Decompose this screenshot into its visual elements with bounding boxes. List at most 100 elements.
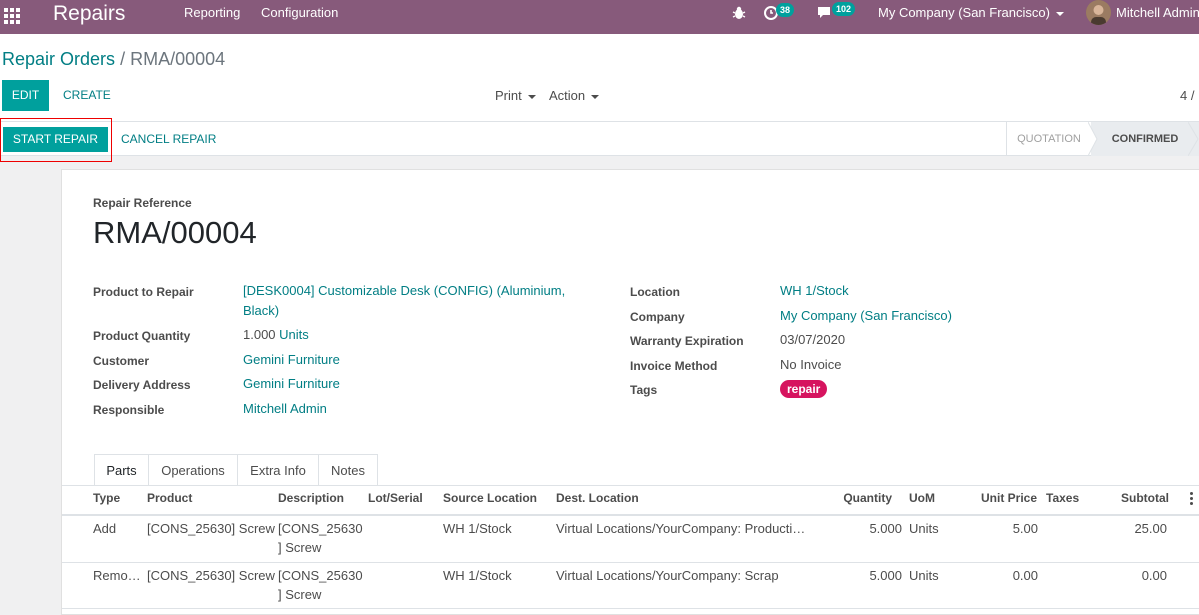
chevron-down-icon xyxy=(527,94,536,99)
col-dest-location[interactable]: Dest. Location xyxy=(556,491,639,505)
cell-quantity: 5.000 xyxy=(869,568,902,583)
action-dropdown[interactable]: Action xyxy=(549,80,600,111)
cell-subtotal: 25.00 xyxy=(1134,521,1167,536)
stage-arrow-icon xyxy=(1088,122,1098,156)
product-to-repair-field[interactable]: [DESK0004] Customizable Desk (CONFIG) (A… xyxy=(243,281,565,301)
breadcrumb-separator: / xyxy=(120,49,126,69)
tags-label: Tags xyxy=(630,383,658,397)
col-product[interactable]: Product xyxy=(147,491,192,505)
menu-reporting[interactable]: Reporting xyxy=(184,6,240,20)
menu-configuration[interactable]: Configuration xyxy=(261,6,338,20)
breadcrumb: Repair Orders / RMA/00004 xyxy=(2,48,225,70)
stage-quotation[interactable]: QUOTATION xyxy=(1006,122,1091,156)
chevron-down-icon xyxy=(1055,11,1064,16)
product-quantity-label: Product Quantity xyxy=(93,329,191,343)
cell-source-location: WH 1/Stock xyxy=(443,568,512,583)
cell-quantity: 5.000 xyxy=(869,521,902,536)
cell-uom: Units xyxy=(909,521,939,536)
debug-bug-icon[interactable] xyxy=(732,6,746,23)
tab-operations[interactable]: Operations xyxy=(149,454,238,486)
control-panel: Repair Orders / RMA/00004 EDIT CREATE Pr… xyxy=(0,34,1199,122)
user-avatar[interactable] xyxy=(1086,0,1111,25)
cell-uom: Units xyxy=(909,568,939,583)
repair-reference-label: Repair Reference xyxy=(93,196,192,210)
product-to-repair-label: Product to Repair xyxy=(93,285,194,299)
cell-product: [CONS_25630] Screw xyxy=(147,568,275,583)
stage-confirmed[interactable]: CONFIRMED xyxy=(1091,122,1199,156)
quantity-unit-link[interactable]: Units xyxy=(279,327,309,342)
top-navbar: Repairs Reporting Configuration 38 102 M… xyxy=(0,0,1199,34)
print-dropdown[interactable]: Print xyxy=(495,80,536,111)
tab-notes[interactable]: Notes xyxy=(319,454,378,486)
warranty-expiration-label: Warranty Expiration xyxy=(630,334,744,348)
customer-label: Customer xyxy=(93,354,150,368)
location-label: Location xyxy=(630,285,680,299)
invoice-method-field[interactable]: No Invoice xyxy=(780,355,841,375)
cell-type: Add xyxy=(93,521,117,536)
company-label: Company xyxy=(630,310,685,324)
cell-dest-location: Virtual Locations/YourCompany: Producti… xyxy=(556,521,806,536)
company-switcher[interactable]: My Company (San Francisco) xyxy=(878,6,1064,20)
tab-divider xyxy=(62,485,1199,486)
edit-button[interactable]: EDIT xyxy=(2,80,49,111)
col-subtotal[interactable]: Subtotal xyxy=(1092,491,1169,505)
row-divider xyxy=(62,608,1199,609)
tab-extra-info[interactable]: Extra Info xyxy=(238,454,319,486)
product-quantity-field[interactable]: 1.000 Units xyxy=(243,325,309,345)
invoice-method-label: Invoice Method xyxy=(630,359,718,373)
col-uom[interactable]: UoM xyxy=(909,491,935,505)
customer-field[interactable]: Gemini Furniture xyxy=(243,350,340,370)
app-title[interactable]: Repairs xyxy=(53,1,125,27)
tag-badge-repair[interactable]: repair xyxy=(780,380,828,398)
breadcrumb-repair-orders[interactable]: Repair Orders xyxy=(2,49,115,69)
cell-description-line2: ] Screw xyxy=(278,540,322,555)
cell-description-line2: ] Screw xyxy=(278,587,322,602)
row-divider xyxy=(62,562,1199,563)
responsible-field[interactable]: Mitchell Admin xyxy=(243,399,327,419)
column-options-icon[interactable] xyxy=(1190,492,1194,507)
cell-description: [CONS_25630 xyxy=(278,568,363,583)
messages-chat-icon[interactable] xyxy=(817,5,833,23)
stage-arrow-icon xyxy=(1188,122,1199,156)
tab-parts[interactable]: Parts xyxy=(94,454,149,486)
activity-count-badge: 38 xyxy=(776,3,795,17)
user-menu[interactable]: Mitchell Admin xyxy=(1116,6,1199,20)
cancel-repair-button[interactable]: CANCEL REPAIR xyxy=(121,127,216,152)
status-bar: START REPAIR CANCEL REPAIR QUOTATION CON… xyxy=(0,118,1199,162)
col-lot-serial[interactable]: Lot/Serial xyxy=(368,491,423,505)
apps-menu-icon[interactable] xyxy=(4,8,20,24)
location-field[interactable]: WH 1/Stock xyxy=(780,281,849,301)
col-quantity[interactable]: Quantity xyxy=(822,491,892,505)
col-description[interactable]: Description xyxy=(278,491,344,505)
message-count-badge: 102 xyxy=(832,2,856,16)
cell-dest-location: Virtual Locations/YourCompany: Scrap xyxy=(556,568,779,583)
company-field[interactable]: My Company (San Francisco) xyxy=(780,306,952,326)
form-sheet: Repair Reference RMA/00004 Product to Re… xyxy=(61,169,1199,615)
cell-unit-price: 5.00 xyxy=(1012,521,1038,536)
col-taxes[interactable]: Taxes xyxy=(1046,491,1079,505)
responsible-label: Responsible xyxy=(93,403,165,417)
col-unit-price[interactable]: Unit Price xyxy=(957,491,1037,505)
cell-unit-price: 0.00 xyxy=(1012,568,1038,583)
cell-product: [CONS_25630] Screw xyxy=(147,521,275,536)
create-button[interactable]: CREATE xyxy=(63,80,111,111)
breadcrumb-current: RMA/00004 xyxy=(130,49,226,69)
cell-type: Remo… xyxy=(93,568,141,583)
cell-source-location: WH 1/Stock xyxy=(443,521,512,536)
cell-description: [CONS_25630 xyxy=(278,521,363,536)
cell-subtotal: 0.00 xyxy=(1141,568,1167,583)
pager-value[interactable]: 4 / xyxy=(1180,80,1194,111)
col-source-location[interactable]: Source Location xyxy=(443,491,537,505)
table-header-line xyxy=(62,514,1199,516)
delivery-address-label: Delivery Address xyxy=(93,378,191,392)
product-to-repair-field-line2[interactable]: Black) xyxy=(243,301,279,321)
company-name: My Company (San Francisco) xyxy=(878,5,1050,20)
highlight-box xyxy=(0,118,112,162)
action-label: Action xyxy=(549,88,586,103)
warranty-expiration-field[interactable]: 03/07/2020 xyxy=(780,330,845,350)
quantity-value: 1.000 xyxy=(243,327,276,342)
col-type[interactable]: Type xyxy=(93,491,120,505)
chevron-down-icon xyxy=(591,94,600,99)
delivery-address-field[interactable]: Gemini Furniture xyxy=(243,374,340,394)
print-label: Print xyxy=(495,88,522,103)
